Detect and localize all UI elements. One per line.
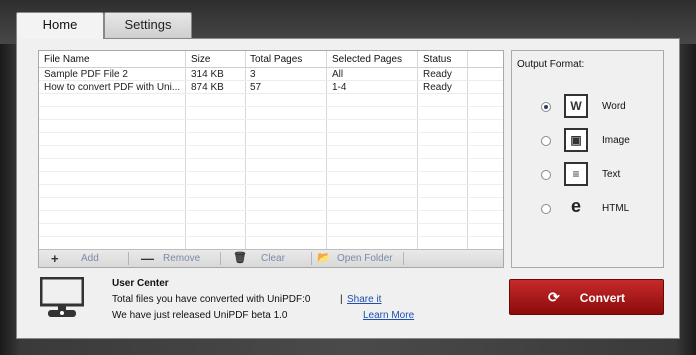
toolbar-separator bbox=[311, 252, 312, 265]
file-list-panel: File Name Size Total Pages Selected Page… bbox=[38, 50, 504, 268]
header-size[interactable]: Size bbox=[191, 54, 210, 65]
table-row[interactable]: How to convert PDF with Uni... 874 KB 57… bbox=[39, 81, 503, 94]
radio-html[interactable] bbox=[541, 204, 551, 214]
table-row[interactable]: Sample PDF File 2 314 KB 3 All Ready bbox=[39, 68, 503, 81]
main-window: File Name Size Total Pages Selected Page… bbox=[16, 38, 680, 339]
release-text: We have just released UniPDF beta 1.0 bbox=[112, 310, 288, 321]
clear-button[interactable]: Clear bbox=[261, 250, 285, 267]
trash-icon[interactable]: 🗑 bbox=[233, 250, 247, 267]
learn-more-link[interactable]: Learn More bbox=[363, 310, 414, 321]
cell-status: Ready bbox=[423, 69, 452, 80]
cell-selected-pages: 1-4 bbox=[332, 82, 347, 93]
minus-icon[interactable]: — bbox=[141, 250, 154, 267]
cell-file-name: How to convert PDF with Uni... bbox=[44, 82, 181, 93]
header-status[interactable]: Status bbox=[423, 54, 451, 65]
label-image[interactable]: Image bbox=[602, 135, 630, 146]
monitor-icon bbox=[40, 277, 84, 317]
tab-home[interactable]: Home bbox=[16, 12, 104, 39]
toolbar-separator bbox=[220, 252, 221, 265]
cell-selected-pages: All bbox=[332, 69, 344, 80]
format-option-word[interactable]: W Word bbox=[512, 94, 663, 120]
label-text[interactable]: Text bbox=[602, 169, 620, 180]
output-format-panel: Output Format: W Word ▣ Image ≡ Text e H… bbox=[511, 50, 664, 268]
word-icon[interactable]: W bbox=[564, 94, 588, 118]
format-option-html[interactable]: e HTML bbox=[512, 196, 663, 222]
user-center-title: User Center bbox=[112, 278, 169, 289]
radio-text[interactable] bbox=[541, 170, 551, 180]
cell-size: 314 KB bbox=[191, 69, 224, 80]
cell-size: 874 KB bbox=[191, 82, 224, 93]
folder-icon[interactable]: 📂 bbox=[317, 250, 331, 267]
header-selected-pages[interactable]: Selected Pages bbox=[332, 54, 402, 65]
header-file-name[interactable]: File Name bbox=[44, 54, 90, 65]
label-word[interactable]: Word bbox=[602, 101, 626, 112]
format-option-image[interactable]: ▣ Image bbox=[512, 128, 663, 154]
convert-button[interactable]: ⟳ Convert bbox=[509, 279, 664, 315]
format-option-text[interactable]: ≡ Text bbox=[512, 162, 663, 188]
share-separator: | bbox=[340, 294, 343, 305]
share-it-link[interactable]: Share it bbox=[347, 294, 381, 305]
text-icon[interactable]: ≡ bbox=[564, 162, 588, 186]
total-converted-text: Total files you have converted with UniP… bbox=[112, 294, 311, 305]
label-html[interactable]: HTML bbox=[602, 203, 629, 214]
radio-word[interactable] bbox=[541, 102, 551, 112]
html-icon[interactable]: e bbox=[564, 196, 588, 220]
remove-button[interactable]: Remove bbox=[163, 250, 200, 267]
image-icon[interactable]: ▣ bbox=[564, 128, 588, 152]
toolbar-separator bbox=[403, 252, 404, 265]
table-body: Sample PDF File 2 314 KB 3 All Ready How… bbox=[39, 68, 503, 94]
convert-label: Convert bbox=[579, 291, 626, 305]
file-toolbar: + Add — Remove 🗑 Clear 📂 Open Folder bbox=[39, 249, 503, 267]
open-folder-button[interactable]: Open Folder bbox=[337, 250, 393, 267]
tab-settings[interactable]: Settings bbox=[104, 12, 192, 38]
cell-file-name: Sample PDF File 2 bbox=[44, 69, 128, 80]
toolbar-separator bbox=[128, 252, 129, 265]
cell-total-pages: 57 bbox=[250, 82, 262, 93]
refresh-icon: ⟳ bbox=[547, 289, 560, 305]
empty-rows bbox=[39, 94, 503, 249]
output-format-title: Output Format: bbox=[517, 59, 585, 70]
plus-icon[interactable]: + bbox=[51, 250, 59, 267]
add-button[interactable]: Add bbox=[81, 250, 99, 267]
cell-status: Ready bbox=[423, 82, 452, 93]
header-total-pages[interactable]: Total Pages bbox=[250, 54, 302, 65]
table-header: File Name Size Total Pages Selected Page… bbox=[39, 51, 503, 68]
radio-image[interactable] bbox=[541, 136, 551, 146]
cell-total-pages: 3 bbox=[250, 69, 256, 80]
